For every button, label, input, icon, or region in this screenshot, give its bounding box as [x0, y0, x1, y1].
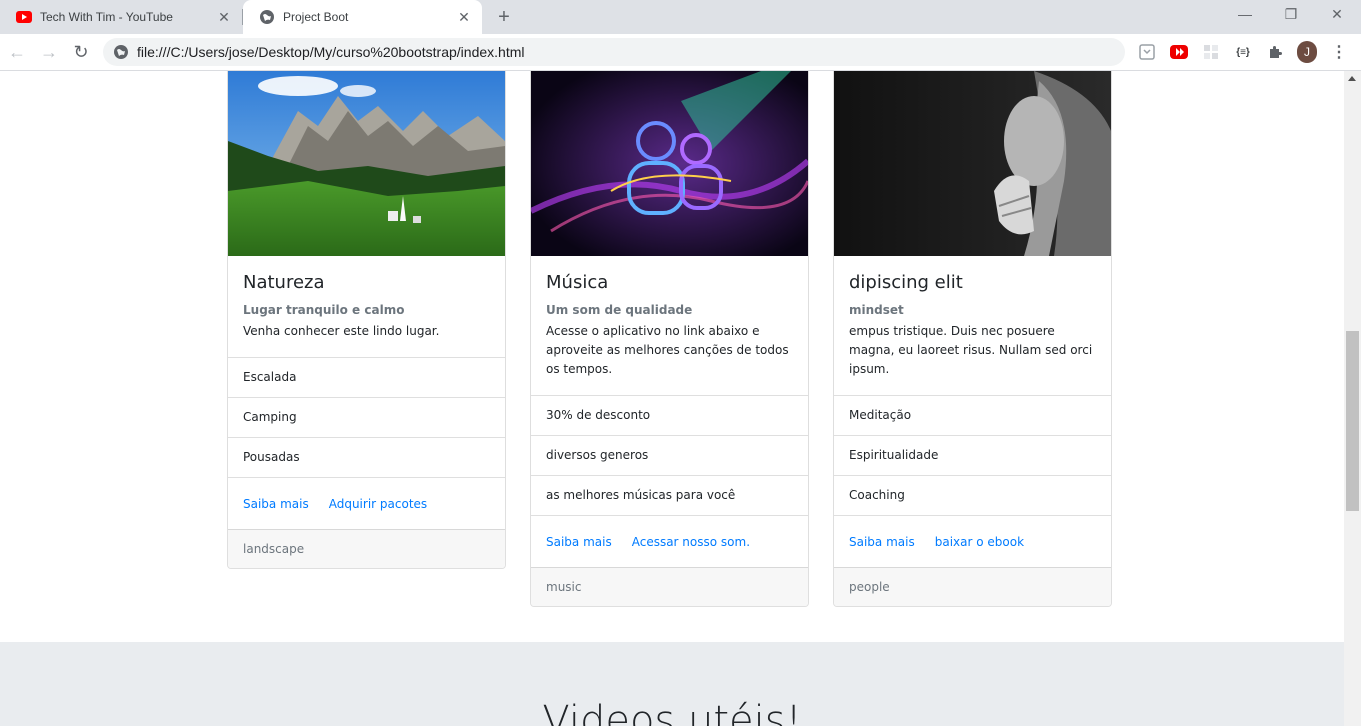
baixar-ebook-link[interactable]: baixar o ebook	[935, 535, 1024, 549]
page-viewport: Natureza Lugar tranquilo e calmo Venha c…	[0, 71, 1344, 726]
site-info-icon[interactable]	[113, 44, 129, 60]
address-bar[interactable]: file:///C:/Users/jose/Desktop/My/curso%2…	[103, 38, 1125, 66]
scrollbar-thumb[interactable]	[1346, 331, 1359, 511]
card-footer: landscape	[228, 529, 505, 568]
profile-initial: J	[1297, 41, 1317, 63]
reload-icon[interactable]: ↻	[69, 40, 93, 64]
json-extension-icon[interactable]: {≡}	[1233, 42, 1253, 62]
list-item: 30% de desconto	[531, 395, 808, 435]
grid-extension-icon[interactable]	[1201, 42, 1221, 62]
card-title: dipiscing elit	[849, 272, 963, 293]
saiba-mais-link[interactable]: Saiba mais	[849, 535, 915, 549]
list-item: Espiritualidade	[834, 435, 1111, 475]
tab-strip: Tech With Tim - YouTube ✕ Project Boot ✕…	[0, 0, 1361, 34]
list-item: Pousadas	[228, 437, 505, 477]
close-tab-icon[interactable]: ✕	[216, 9, 232, 25]
list-item: Escalada	[228, 357, 505, 397]
menu-kebab-icon[interactable]: ⋮	[1329, 42, 1349, 62]
card-text: empus tristique. Duis nec posuere magna,…	[849, 324, 1093, 376]
card-links: Saiba mais Acessar nosso som.	[531, 515, 808, 567]
card-links: Saiba mais Adquirir pacotes	[228, 477, 505, 529]
youtube-extension-icon[interactable]	[1169, 42, 1189, 62]
list-item: as melhores músicas para você	[531, 475, 808, 515]
forward-arrow-icon[interactable]: →	[37, 40, 61, 64]
card-text: Venha conhecer este lindo lugar.	[243, 324, 440, 338]
card-text: Acesse o aplicativo no link abaixo e apr…	[546, 324, 789, 376]
card-title: Música	[546, 272, 609, 293]
card-title: Natureza	[243, 272, 325, 293]
extensions-puzzle-icon[interactable]	[1265, 42, 1285, 62]
tab-youtube[interactable]: Tech With Tim - YouTube ✕	[0, 0, 242, 34]
url-text: file:///C:/Users/jose/Desktop/My/curso%2…	[137, 44, 525, 60]
card-mindset: dipiscing elit mindset empus tristique. …	[833, 71, 1112, 607]
tab-project-boot[interactable]: Project Boot ✕	[243, 0, 482, 34]
close-window-icon[interactable]: ✕	[1314, 0, 1360, 30]
videos-section: Videos utéis!	[0, 642, 1344, 726]
list-item: Camping	[228, 397, 505, 437]
card-footer: music	[531, 567, 808, 606]
list-item: Coaching	[834, 475, 1111, 515]
card-links: Saiba mais baixar o ebook	[834, 515, 1111, 567]
card-subtitle: Lugar tranquilo e calmo	[243, 303, 405, 317]
tab-title: Tech With Tim - YouTube	[40, 10, 173, 24]
restore-icon[interactable]: ❐	[1268, 0, 1314, 30]
close-tab-icon[interactable]: ✕	[456, 9, 472, 25]
youtube-icon	[16, 9, 32, 25]
saiba-mais-link[interactable]: Saiba mais	[243, 497, 309, 511]
neon-music-image	[531, 71, 808, 256]
card-footer: people	[834, 567, 1111, 606]
saiba-mais-link[interactable]: Saiba mais	[546, 535, 612, 549]
list-item: diversos generos	[531, 435, 808, 475]
praying-woman-image	[834, 71, 1111, 256]
mountain-landscape-image	[228, 71, 505, 256]
profile-avatar[interactable]: J	[1297, 41, 1317, 63]
card-subtitle: Um som de qualidade	[546, 303, 693, 317]
acessar-som-link[interactable]: Acessar nosso som.	[632, 535, 750, 549]
card-body: dipiscing elit mindset empus tristique. …	[834, 256, 1111, 395]
adquirir-pacotes-link[interactable]: Adquirir pacotes	[329, 497, 427, 511]
back-arrow-icon[interactable]: ←	[5, 40, 29, 64]
list-item: Meditação	[834, 395, 1111, 435]
card-body: Natureza Lugar tranquilo e calmo Venha c…	[228, 256, 505, 357]
pocket-extension-icon[interactable]	[1137, 42, 1157, 62]
card-subtitle: mindset	[849, 303, 904, 317]
section-heading: Videos utéis!	[542, 698, 802, 726]
minimize-icon[interactable]: —	[1222, 0, 1268, 30]
card-body: Música Um som de qualidade Acesse o apli…	[531, 256, 808, 395]
browser-toolbar: ← → ↻ file:///C:/Users/jose/Desktop/My/c…	[0, 34, 1361, 71]
card-musica: Música Um som de qualidade Acesse o apli…	[530, 71, 809, 607]
tab-title: Project Boot	[283, 10, 349, 24]
scroll-up-arrow-icon[interactable]	[1348, 76, 1356, 81]
page-scrollbar[interactable]	[1344, 71, 1361, 726]
globe-icon	[259, 9, 275, 25]
new-tab-button[interactable]: +	[494, 7, 514, 27]
card-natureza: Natureza Lugar tranquilo e calmo Venha c…	[227, 71, 506, 569]
